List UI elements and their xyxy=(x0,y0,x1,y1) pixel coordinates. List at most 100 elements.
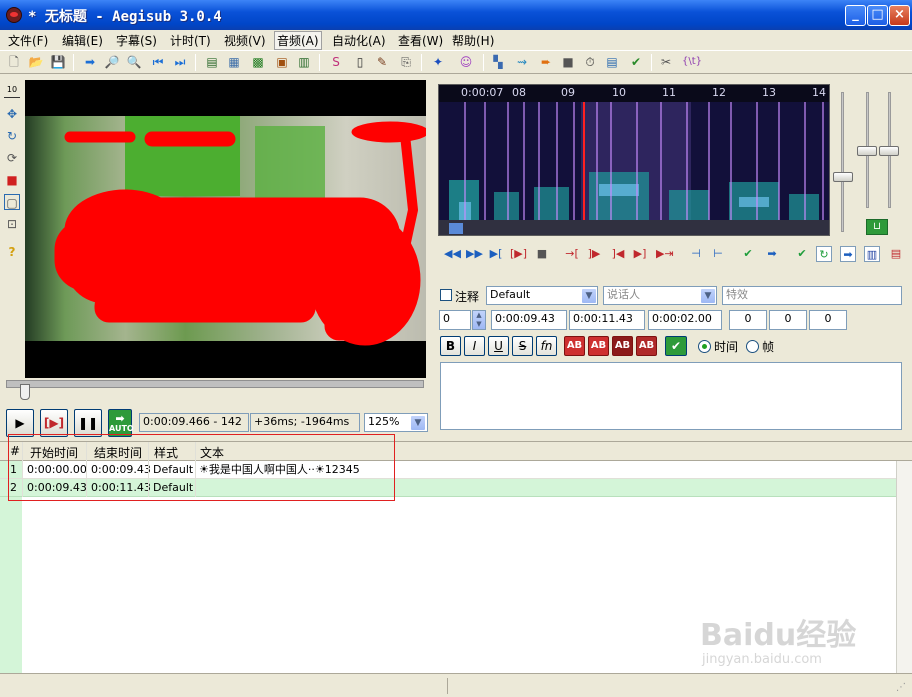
options-tools-icon[interactable]: ✂ xyxy=(658,54,674,70)
styles-manager-icon[interactable]: ▤ xyxy=(204,54,220,70)
layer-input[interactable]: 0 xyxy=(439,310,471,330)
menu-video[interactable]: 视频(V) xyxy=(224,32,266,49)
maximize-button[interactable]: □ xyxy=(867,5,888,26)
chevron-down-icon[interactable]: ▼ xyxy=(410,415,426,431)
fonts-collector-icon[interactable]: ▥ xyxy=(296,54,312,70)
stop-icon[interactable]: ■ xyxy=(560,54,576,70)
audio-waveform-display[interactable]: 0:00:07 08 09 10 11 12 13 14 xyxy=(438,84,830,236)
rotate-z-icon[interactable]: ↻ xyxy=(4,128,20,144)
time-radio[interactable] xyxy=(698,340,711,353)
audio-volume-slider[interactable] xyxy=(857,146,877,156)
play-before-end-icon[interactable]: ]◀ xyxy=(610,246,626,262)
play-selection-icon[interactable]: ▶[ xyxy=(488,246,504,262)
menu-automation[interactable]: 自动化(A) xyxy=(332,32,386,49)
duration-input[interactable]: 0:00:02.00 xyxy=(648,310,722,330)
karaoke-mode-icon[interactable]: ▤ xyxy=(888,246,904,262)
effect-input[interactable]: 特效 xyxy=(722,286,902,305)
aegisub-app-icon[interactable] xyxy=(6,7,22,23)
visual-typesetting-icon[interactable]: ⇝ xyxy=(514,54,530,70)
play-current-line-icon[interactable]: [▶] xyxy=(510,246,527,262)
properties-icon[interactable]: ▩ xyxy=(250,54,266,70)
lead-in-icon[interactable]: ⊣ xyxy=(688,246,704,262)
lead-out-icon[interactable]: ⊢ xyxy=(710,246,726,262)
chevron-down-icon[interactable]: ▼ xyxy=(581,288,597,304)
video-jump-start-icon[interactable]: ⏮ xyxy=(150,54,166,70)
vector-clip-icon[interactable]: ⊡ xyxy=(4,216,20,232)
video-display[interactable] xyxy=(25,80,426,378)
clock-icon[interactable]: ⏱ xyxy=(582,54,598,70)
layer-spin-icon[interactable]: ▲ ▼ xyxy=(472,310,486,330)
menu-edit[interactable]: 编辑(E) xyxy=(62,32,103,49)
drag-move-icon[interactable]: ✥ xyxy=(4,106,20,122)
prev-line-icon[interactable]: ◀◀ xyxy=(444,246,461,262)
save-icon[interactable]: 💾 xyxy=(50,54,66,70)
spell-check-icon[interactable]: ✎ xyxy=(374,54,390,70)
translation-assistant-icon[interactable]: ▯ xyxy=(352,54,368,70)
kanji-timer-icon[interactable]: ☺ xyxy=(458,54,474,70)
fast-forward-icon[interactable]: ➨ xyxy=(538,54,554,70)
open-folder-icon[interactable]: 📂 xyxy=(28,54,44,70)
primary-color-button[interactable]: AB xyxy=(564,336,585,356)
end-time-input[interactable]: 0:00:11.43 xyxy=(569,310,645,330)
autoscroll-video-button[interactable]: ➡ AUTO xyxy=(108,409,134,437)
stop-audio-icon[interactable]: ■ xyxy=(534,246,550,262)
audio-vzoom-slider[interactable] xyxy=(879,146,899,156)
attachments-icon[interactable]: ▦ xyxy=(226,54,242,70)
automation-script-icon[interactable]: S xyxy=(328,54,344,70)
goto-next-icon[interactable]: ➡ xyxy=(764,246,780,262)
video-seek-bar[interactable] xyxy=(6,380,424,388)
menu-timing[interactable]: 计时(T) xyxy=(170,32,211,49)
frame-radio[interactable] xyxy=(746,340,759,353)
chevron-down-icon[interactable]: ▼ xyxy=(700,288,716,304)
menu-file[interactable]: 文件(F) xyxy=(8,32,48,49)
minimize-button[interactable]: _ xyxy=(845,5,866,26)
menu-subtitle[interactable]: 字幕(S) xyxy=(116,32,157,49)
link-sliders-icon[interactable]: ⊔ xyxy=(866,219,888,235)
grid-options-icon[interactable]: ▤ xyxy=(604,54,620,70)
menu-view[interactable]: 查看(W) xyxy=(398,32,443,49)
clip-rect-icon[interactable]: ▢ xyxy=(4,194,20,210)
check-icon[interactable]: ✔ xyxy=(628,54,644,70)
menu-audio[interactable]: 音频(A) xyxy=(274,31,322,50)
bold-button[interactable]: B xyxy=(440,336,461,356)
shift-times-icon[interactable]: ✦ xyxy=(430,54,446,70)
menu-help[interactable]: 帮助(H) xyxy=(452,32,494,49)
timing-postprocessor-icon[interactable]: ▚ xyxy=(490,54,506,70)
font-button[interactable]: fn xyxy=(536,336,557,356)
play-to-end-icon[interactable]: ▶⇥ xyxy=(656,246,674,262)
rotate-xy-icon[interactable]: ⟳ xyxy=(4,150,20,166)
outline-color-button[interactable]: AB xyxy=(612,336,633,356)
spectrum-mode-icon[interactable]: ▥ xyxy=(864,246,880,262)
next-line-icon[interactable]: ▶▶ xyxy=(466,246,483,262)
auto-commit-icon[interactable]: ✔ xyxy=(794,246,810,262)
visual-standard-icon[interactable]: 10 xyxy=(4,82,20,98)
zoom-out-icon[interactable]: 🔍 xyxy=(126,54,142,70)
pause-button[interactable]: ❚❚ xyxy=(74,409,102,437)
underline-button[interactable]: U xyxy=(488,336,509,356)
italic-button[interactable]: I xyxy=(464,336,485,356)
margin-left-input[interactable]: 0 xyxy=(729,310,767,330)
scale-icon[interactable]: ■ xyxy=(4,172,20,188)
next-after-commit-icon[interactable]: ↻ xyxy=(816,246,832,262)
tag-toggle-icon[interactable]: {\t} xyxy=(682,54,702,70)
play-after-end-icon[interactable]: ▶] xyxy=(632,246,648,262)
auto-scroll-audio-icon[interactable]: ➡ xyxy=(840,246,856,262)
commit-check-icon[interactable]: ✔ xyxy=(740,246,756,262)
resample-icon[interactable]: ▣ xyxy=(274,54,290,70)
close-button[interactable]: × xyxy=(889,5,910,26)
margin-right-input[interactable]: 0 xyxy=(769,310,807,330)
jump-to-icon[interactable]: ➡ xyxy=(82,54,98,70)
play-before-start-icon[interactable]: →[ xyxy=(564,246,580,262)
play-button[interactable]: ▶ xyxy=(6,409,34,437)
zoom-in-icon[interactable]: 🔎 xyxy=(104,54,120,70)
help-icon[interactable]: ? xyxy=(4,244,20,260)
strikeout-button[interactable]: S xyxy=(512,336,533,356)
grid-scrollbar[interactable] xyxy=(896,461,912,674)
comment-checkbox[interactable] xyxy=(440,289,452,301)
video-jump-end-icon[interactable]: ⏭ xyxy=(172,54,188,70)
resize-grip-icon[interactable]: ⋰ xyxy=(896,682,908,694)
audio-zoom-slider[interactable] xyxy=(833,172,853,182)
resample-res-icon[interactable]: ⎘ xyxy=(398,54,414,70)
secondary-color-button[interactable]: AB xyxy=(588,336,609,356)
play-line-button[interactable]: [▶] xyxy=(40,409,68,437)
